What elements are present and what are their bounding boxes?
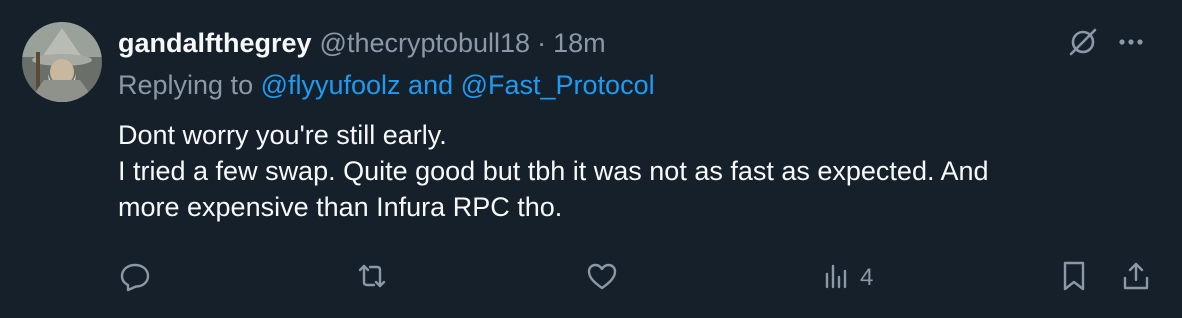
display-name[interactable]: gandalfthegrey bbox=[118, 28, 312, 59]
tweet-text-line: I tried a few swap. Quite good but tbh i… bbox=[118, 156, 989, 186]
tweet-text: Dont worry you're still early. I tried a… bbox=[118, 117, 1138, 225]
more-options-icon[interactable] bbox=[1114, 25, 1148, 59]
tweet-text-line: Dont worry you're still early. bbox=[118, 120, 447, 150]
tweet-text-line: more expensive than Infura RPC tho. bbox=[118, 192, 563, 222]
share-icon bbox=[1119, 259, 1153, 298]
retweet-icon bbox=[355, 259, 389, 298]
bookmark-button[interactable] bbox=[1057, 258, 1091, 298]
like-icon bbox=[585, 259, 619, 298]
views-count: 4 bbox=[860, 264, 874, 291]
timestamp[interactable]: 18m bbox=[553, 28, 606, 59]
views-button[interactable]: 4 bbox=[820, 258, 873, 298]
reply-button[interactable] bbox=[118, 258, 152, 298]
retweet-button[interactable] bbox=[355, 258, 389, 298]
user-handle[interactable]: @thecryptobull18 bbox=[320, 28, 531, 59]
action-bar: 4 bbox=[0, 258, 1182, 298]
tweet-card[interactable]: gandalfthegrey @thecryptobull18 · 18m Re… bbox=[0, 0, 1182, 318]
reply-mentions-link[interactable]: @flyyufoolz and @Fast_Protocol bbox=[261, 70, 655, 100]
avatar[interactable] bbox=[22, 22, 102, 102]
replying-to-line: Replying to @flyyufoolz and @Fast_Protoc… bbox=[118, 70, 655, 101]
replying-to-label: Replying to bbox=[118, 70, 261, 100]
grok-icon[interactable] bbox=[1066, 25, 1100, 59]
bookmark-icon bbox=[1057, 259, 1091, 298]
tweet-header: gandalfthegrey @thecryptobull18 · 18m bbox=[118, 26, 606, 60]
reply-icon bbox=[118, 259, 152, 298]
share-button[interactable] bbox=[1119, 258, 1153, 298]
separator-dot: · bbox=[537, 27, 547, 58]
like-button[interactable] bbox=[585, 258, 619, 298]
views-icon bbox=[820, 259, 854, 298]
